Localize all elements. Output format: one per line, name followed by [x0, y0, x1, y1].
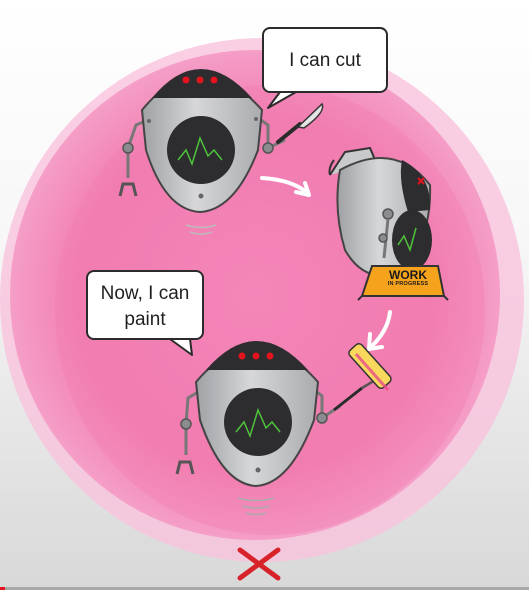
- speech-bubble-paint: Now, I can paint: [86, 270, 204, 340]
- speech-bubble-paint-line1: Now, I can: [100, 283, 190, 304]
- speech-bubble-cut: I can cut: [262, 27, 388, 93]
- sign-text-work: WORK: [389, 268, 427, 282]
- speech-bubble-cut-text: I can cut: [289, 50, 361, 71]
- sign-text-in-progress: IN PROGRESS: [387, 281, 429, 287]
- speech-bubble-paint-line2: paint: [124, 309, 166, 330]
